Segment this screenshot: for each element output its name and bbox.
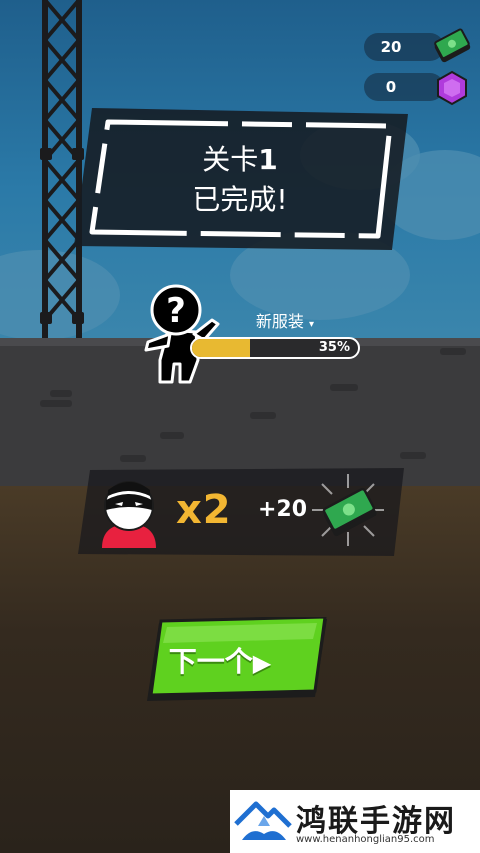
level-complete-text: 关卡1 已完成! <box>70 140 410 220</box>
wall <box>0 338 480 488</box>
brick <box>400 452 426 459</box>
brick <box>120 455 146 462</box>
brick <box>250 412 276 419</box>
outfit-progress-text: 35% <box>318 340 350 355</box>
next-button-text[interactable]: 下一个 <box>169 645 253 678</box>
gem-counter: 0 <box>364 73 444 101</box>
brick <box>50 390 72 397</box>
svg-text:?: ? <box>166 291 186 331</box>
watermark-url: www.henanhonglian95.com <box>296 834 435 845</box>
chevron-down-icon: ▾ <box>309 319 315 330</box>
brick <box>330 384 358 391</box>
reward-bonus: +20 <box>258 497 308 522</box>
outfit-label: 新服装 ▾ <box>240 308 330 332</box>
cash-amount: 20 <box>380 38 402 56</box>
outfit-label-text: 新服装 <box>255 312 304 331</box>
next-arrow-icon[interactable]: ▶ <box>253 649 271 677</box>
outfit-progress-fill <box>192 339 251 357</box>
level-status: 已完成! <box>192 183 288 216</box>
gem-icon <box>437 70 467 106</box>
brick <box>440 348 466 355</box>
brick <box>160 432 184 439</box>
gem-amount: 0 <box>385 78 397 96</box>
cash-bundle-icon <box>312 474 384 546</box>
brick <box>40 400 72 407</box>
next-button-label[interactable]: 下一个▶ <box>150 640 290 680</box>
outfit-progress-bar: 35% <box>190 337 360 359</box>
cash-icon <box>434 28 471 63</box>
masked-thief-icon <box>102 481 156 548</box>
level-number: 1 <box>258 143 278 176</box>
level-prefix: 关卡 <box>202 143 259 176</box>
reward-multiplier: x2 <box>176 487 232 533</box>
mystery-outfit-icon: ? <box>144 284 220 384</box>
watermark-logo <box>234 801 292 840</box>
